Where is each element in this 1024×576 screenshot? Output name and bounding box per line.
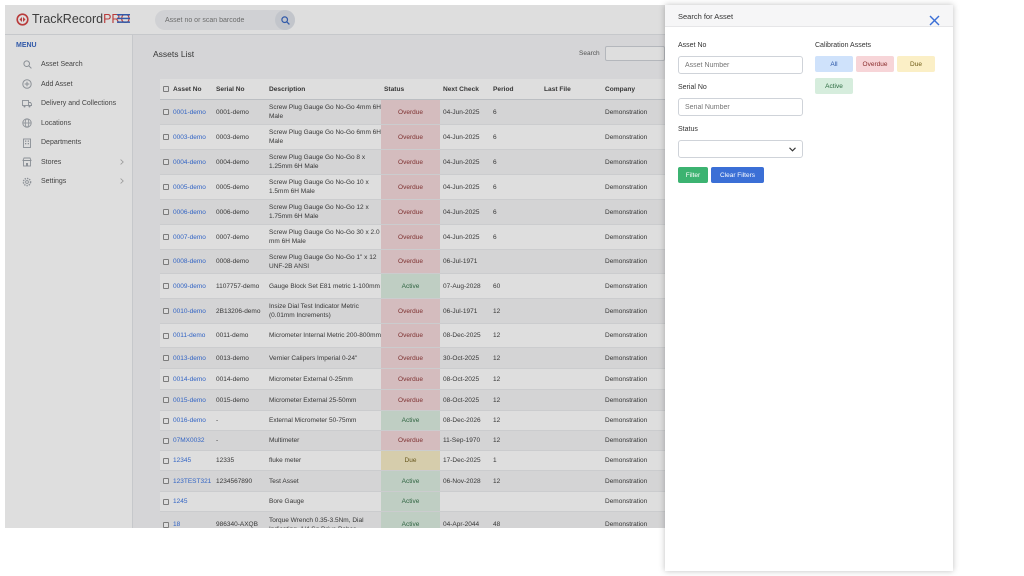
pill-overdue[interactable]: Overdue xyxy=(856,56,894,72)
panel-header: Search for Asset xyxy=(665,5,953,27)
pill-active[interactable]: Active xyxy=(815,78,853,94)
status-label: Status xyxy=(678,126,698,133)
asset-number-input[interactable] xyxy=(678,56,803,74)
modal-backdrop[interactable] xyxy=(5,5,665,528)
chevron-down-icon xyxy=(789,147,796,152)
close-icon[interactable] xyxy=(929,15,940,26)
serial-no-label: Serial No xyxy=(678,84,707,91)
clear-filters-button[interactable]: Clear Filters xyxy=(711,167,764,183)
filter-button[interactable]: Filter xyxy=(678,167,708,183)
status-select[interactable] xyxy=(678,140,803,158)
search-asset-panel: Search for Asset Asset No Serial No Stat… xyxy=(665,5,953,571)
pill-all[interactable]: All xyxy=(815,56,853,72)
pill-due[interactable]: Due xyxy=(897,56,935,72)
asset-no-label: Asset No xyxy=(678,42,707,49)
calibration-assets-label: Calibration Assets xyxy=(815,42,872,49)
panel-title: Search for Asset xyxy=(678,12,734,21)
serial-number-input[interactable] xyxy=(678,98,803,116)
main-app-window: TrackRecordPRO MENU Asset SearchAdd Asse… xyxy=(5,5,665,528)
